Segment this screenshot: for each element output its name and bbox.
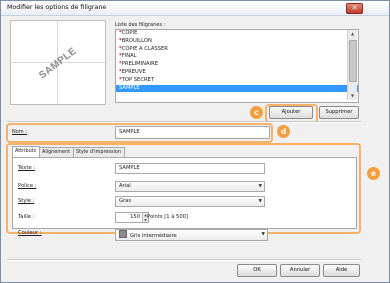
add-button[interactable]: Ajouter [269, 106, 313, 119]
preview-watermark-text: SAMPLE [37, 45, 79, 82]
list-item[interactable]: *EPREUVE [116, 69, 358, 77]
list-item[interactable]: *COPIE A CLASSER [116, 46, 358, 54]
font-select[interactable]: Arial ▼ [115, 181, 265, 192]
watermark-preview: SAMPLE [10, 20, 106, 105]
text-input[interactable]: SAMPLE [115, 163, 265, 174]
list-item-label: COPIE A CLASSER [121, 45, 168, 52]
name-input[interactable]: SAMPLE [115, 126, 270, 139]
tab-style-impression[interactable]: Style d'impression [73, 147, 125, 157]
chevron-down-icon: ▼ [261, 232, 265, 237]
help-button[interactable]: Aide [323, 264, 360, 277]
chevron-down-icon: ▼ [258, 184, 262, 189]
callout-e: e [367, 167, 380, 180]
font-select-value: Arial [119, 183, 131, 189]
color-select[interactable]: Gris intermédiaire ▼ [115, 229, 268, 241]
tab-alignement[interactable]: Alignement [39, 147, 75, 157]
size-units: Points [1 à 500] [147, 214, 188, 220]
list-item-label: BROUILLON [121, 37, 152, 44]
scroll-up-icon[interactable]: ▲ [348, 30, 357, 38]
list-item[interactable]: *PRELIMINAIRE [116, 61, 358, 69]
size-value: 150 [130, 214, 140, 220]
delete-button[interactable]: Supprimer [319, 106, 359, 119]
list-item[interactable]: *TOP SECRET [116, 77, 358, 85]
text-label: Texte : [18, 165, 36, 171]
list-item-label: TOP SECRET [121, 76, 154, 83]
callout-d: d [277, 125, 290, 138]
chevron-down-icon: ▼ [258, 199, 262, 204]
color-select-value: Gris intermédiaire [130, 233, 177, 239]
list-item[interactable]: *COPIE [116, 30, 358, 38]
cancel-button[interactable]: Annuler [280, 264, 320, 277]
font-label: Police : [18, 183, 37, 189]
callout-c: c [250, 106, 263, 119]
size-label: Taille : [18, 214, 35, 220]
close-button[interactable]: ✕ [346, 3, 363, 14]
title-bar: Modifier les options de filigrane ✕ [1, 1, 389, 16]
name-label: Nom : [12, 129, 27, 135]
color-swatch [119, 230, 127, 238]
watermark-list-label: Liste des filigranes : [115, 22, 166, 28]
list-item-label: COPIE [121, 30, 138, 36]
window-title: Modifier les options de filigrane [7, 4, 107, 11]
list-item-label: PRELIMINAIRE [121, 61, 158, 68]
scroll-thumb[interactable] [349, 40, 357, 82]
scroll-down-icon[interactable]: ▼ [348, 92, 357, 100]
list-item[interactable]: *FINAL [116, 53, 358, 61]
style-select[interactable]: Gras ▼ [115, 196, 265, 207]
list-item-label: SAMPLE [119, 84, 140, 91]
style-select-value: Gras [119, 198, 132, 204]
style-label: Style : [18, 198, 35, 204]
size-stepper[interactable]: 150 ▲ ▼ [115, 212, 149, 223]
close-icon: ✕ [351, 4, 358, 12]
color-label: Couleur : [18, 230, 42, 236]
watermark-list[interactable]: *COPIE *BROUILLON *COPIE A CLASSER *FINAL *P… [115, 29, 359, 103]
list-item[interactable]: SAMPLE [116, 84, 358, 93]
footer-separator [7, 259, 361, 261]
dialog-window: Modifier les options de filigrane ✕ SAMP… [0, 0, 390, 283]
list-item-label: FINAL [121, 53, 137, 60]
watermark-list-scrollbar[interactable]: ▲ ▼ [347, 30, 357, 100]
list-item-label: EPREUVE [121, 68, 146, 75]
list-item[interactable]: *BROUILLON [116, 38, 358, 46]
ok-button[interactable]: OK [237, 264, 277, 277]
